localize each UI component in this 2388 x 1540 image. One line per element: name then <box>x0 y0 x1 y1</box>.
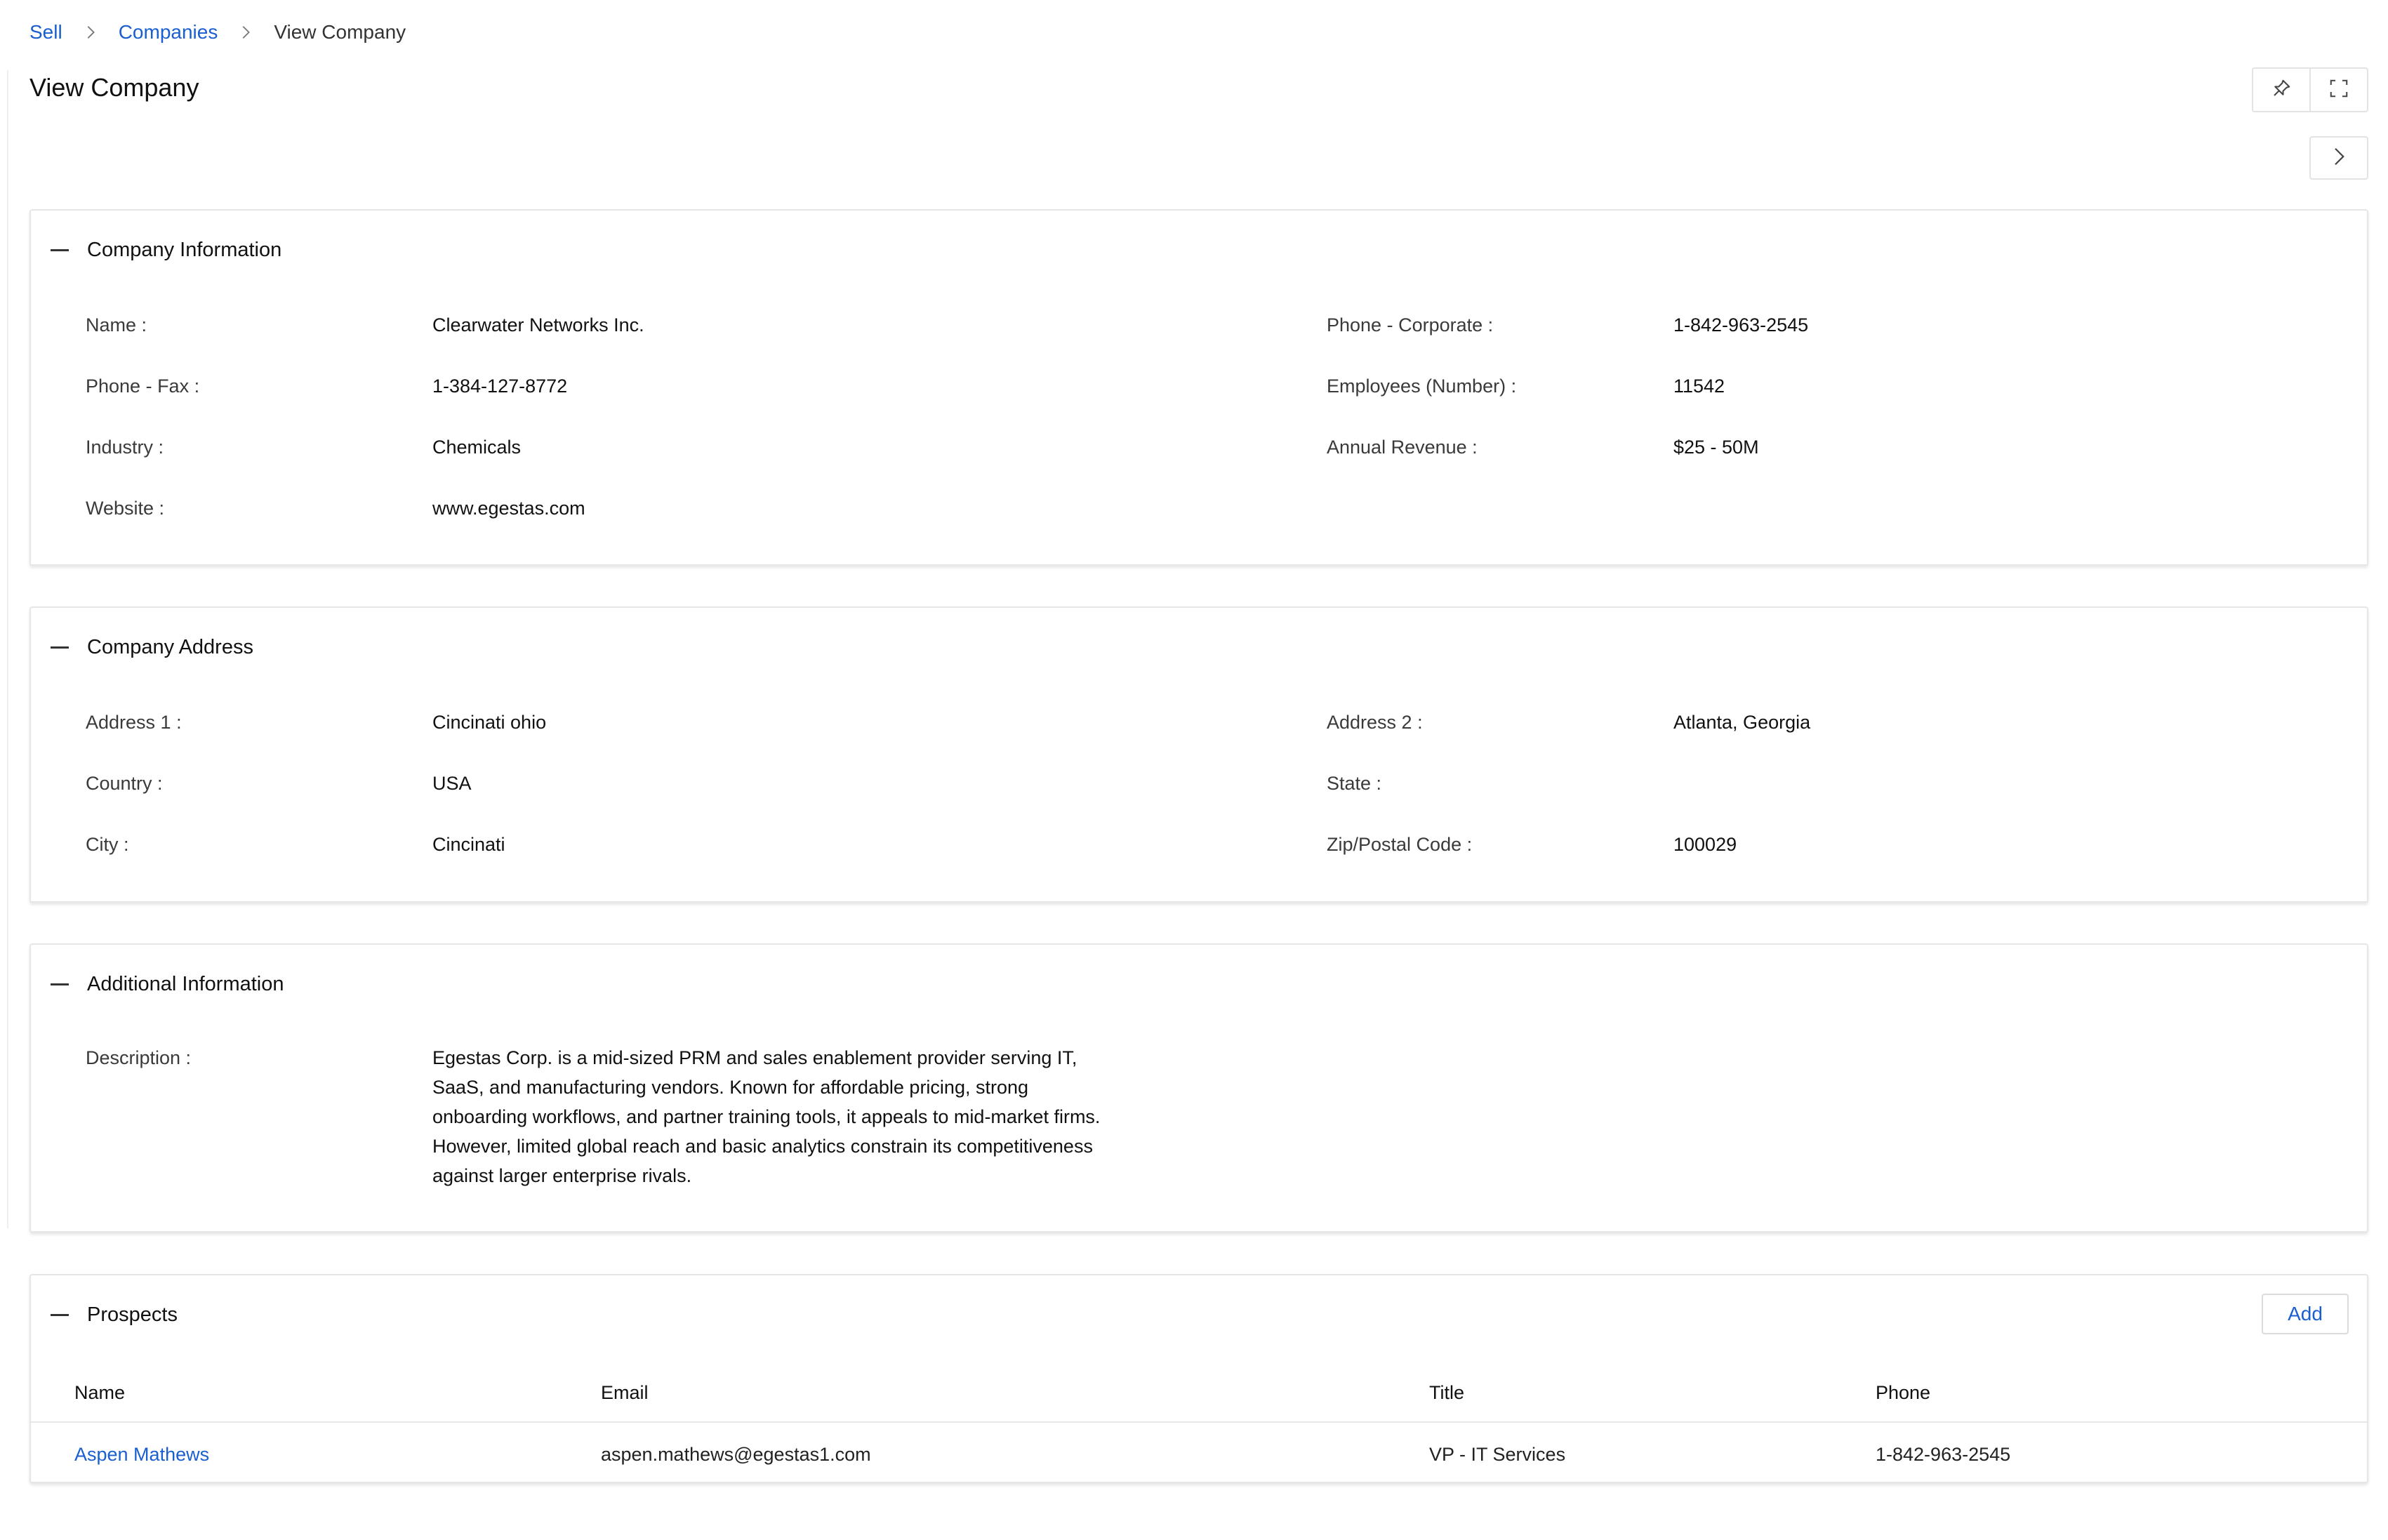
annual-revenue-label: Annual Revenue : <box>1327 437 1478 458</box>
prospect-title: VP - IT Services <box>1429 1444 1566 1465</box>
table-divider <box>31 1421 2367 1423</box>
website-value: www.egestas.com <box>432 498 585 519</box>
industry-label: Industry : <box>86 437 164 458</box>
section-title: Company Address <box>87 635 253 658</box>
column-header-name[interactable]: Name <box>74 1379 125 1406</box>
industry-value: Chemicals <box>432 437 522 458</box>
employees-value: 11542 <box>1673 376 1725 397</box>
prospects-header[interactable]: Prospects <box>51 1301 178 1329</box>
next-record-button[interactable] <box>2309 136 2368 180</box>
company-address-card: Company Address Address 1 : Cincinati oh… <box>29 606 2368 903</box>
pin-button[interactable] <box>2253 69 2309 111</box>
collapse-icon <box>51 983 69 985</box>
section-title: Additional Information <box>87 972 284 995</box>
phone-corporate-value: 1-842-963-2545 <box>1673 314 1809 336</box>
column-header-phone[interactable]: Phone <box>1876 1379 1930 1406</box>
website-label: Website : <box>86 498 165 519</box>
collapse-icon <box>51 1313 69 1316</box>
fullscreen-button[interactable] <box>2309 69 2367 111</box>
section-title: Prospects <box>87 1303 178 1326</box>
country-label: Country : <box>86 773 163 794</box>
prospect-email: aspen.mathews@egestas1.com <box>601 1444 871 1465</box>
city-value: Cincinati <box>432 834 505 855</box>
annual-revenue-value: $25 - 50M <box>1673 437 1759 458</box>
name-value: Clearwater Networks Inc. <box>432 314 644 336</box>
section-title: Company Information <box>87 238 282 261</box>
zip-value: 100029 <box>1673 834 1737 855</box>
chevron-right-icon <box>2328 146 2349 171</box>
additional-information-card: Additional Information Description : Ege… <box>29 943 2368 1233</box>
prospect-phone: 1-842-963-2545 <box>1876 1444 2011 1465</box>
name-label: Name : <box>86 314 147 336</box>
breadcrumb-companies[interactable]: Companies <box>119 21 218 44</box>
employees-label: Employees (Number) : <box>1327 376 1517 397</box>
zip-label: Zip/Postal Code : <box>1327 834 1473 855</box>
address-1-value: Cincinati ohio <box>432 712 547 733</box>
description-value: Egestas Corp. is a mid-sized PRM and sal… <box>432 1047 1101 1186</box>
view-tools <box>2252 67 2368 112</box>
left-divider <box>7 70 8 1228</box>
breadcrumb-current: View Company <box>274 21 406 43</box>
address-1-label: Address 1 : <box>86 712 182 733</box>
state-label: State : <box>1327 773 1382 794</box>
page-title: View Company <box>29 73 199 102</box>
collapse-icon <box>51 646 69 649</box>
collapse-icon <box>51 248 69 251</box>
column-header-email[interactable]: Email <box>601 1379 649 1406</box>
description-label: Description : <box>86 1047 192 1068</box>
city-label: City : <box>86 834 129 855</box>
breadcrumb: Sell Companies View Company <box>29 18 406 46</box>
company-information-card: Company Information Name : Clearwater Ne… <box>29 209 2368 566</box>
breadcrumb-sell[interactable]: Sell <box>29 21 62 44</box>
add-prospect-button[interactable]: Add <box>2262 1294 2349 1334</box>
chevron-right-icon <box>77 18 105 46</box>
pin-icon <box>2271 78 2292 102</box>
prospects-card: Prospects Add Name Email Title Phone Asp… <box>29 1274 2368 1483</box>
address-2-value: Atlanta, Georgia <box>1673 712 1811 733</box>
phone-fax-value: 1-384-127-8772 <box>432 376 568 397</box>
address-2-label: Address 2 : <box>1327 712 1423 733</box>
company-information-header[interactable]: Company Information <box>51 236 281 264</box>
prospect-name-link[interactable]: Aspen Mathews <box>74 1441 209 1468</box>
chevron-right-icon <box>232 18 260 46</box>
fullscreen-icon <box>2328 78 2349 102</box>
phone-corporate-label: Phone - Corporate : <box>1327 314 1494 336</box>
additional-information-header[interactable]: Additional Information <box>51 970 284 998</box>
company-address-header[interactable]: Company Address <box>51 633 253 661</box>
column-header-title[interactable]: Title <box>1429 1379 1464 1406</box>
country-value: USA <box>432 773 472 794</box>
phone-fax-label: Phone - Fax : <box>86 376 200 397</box>
